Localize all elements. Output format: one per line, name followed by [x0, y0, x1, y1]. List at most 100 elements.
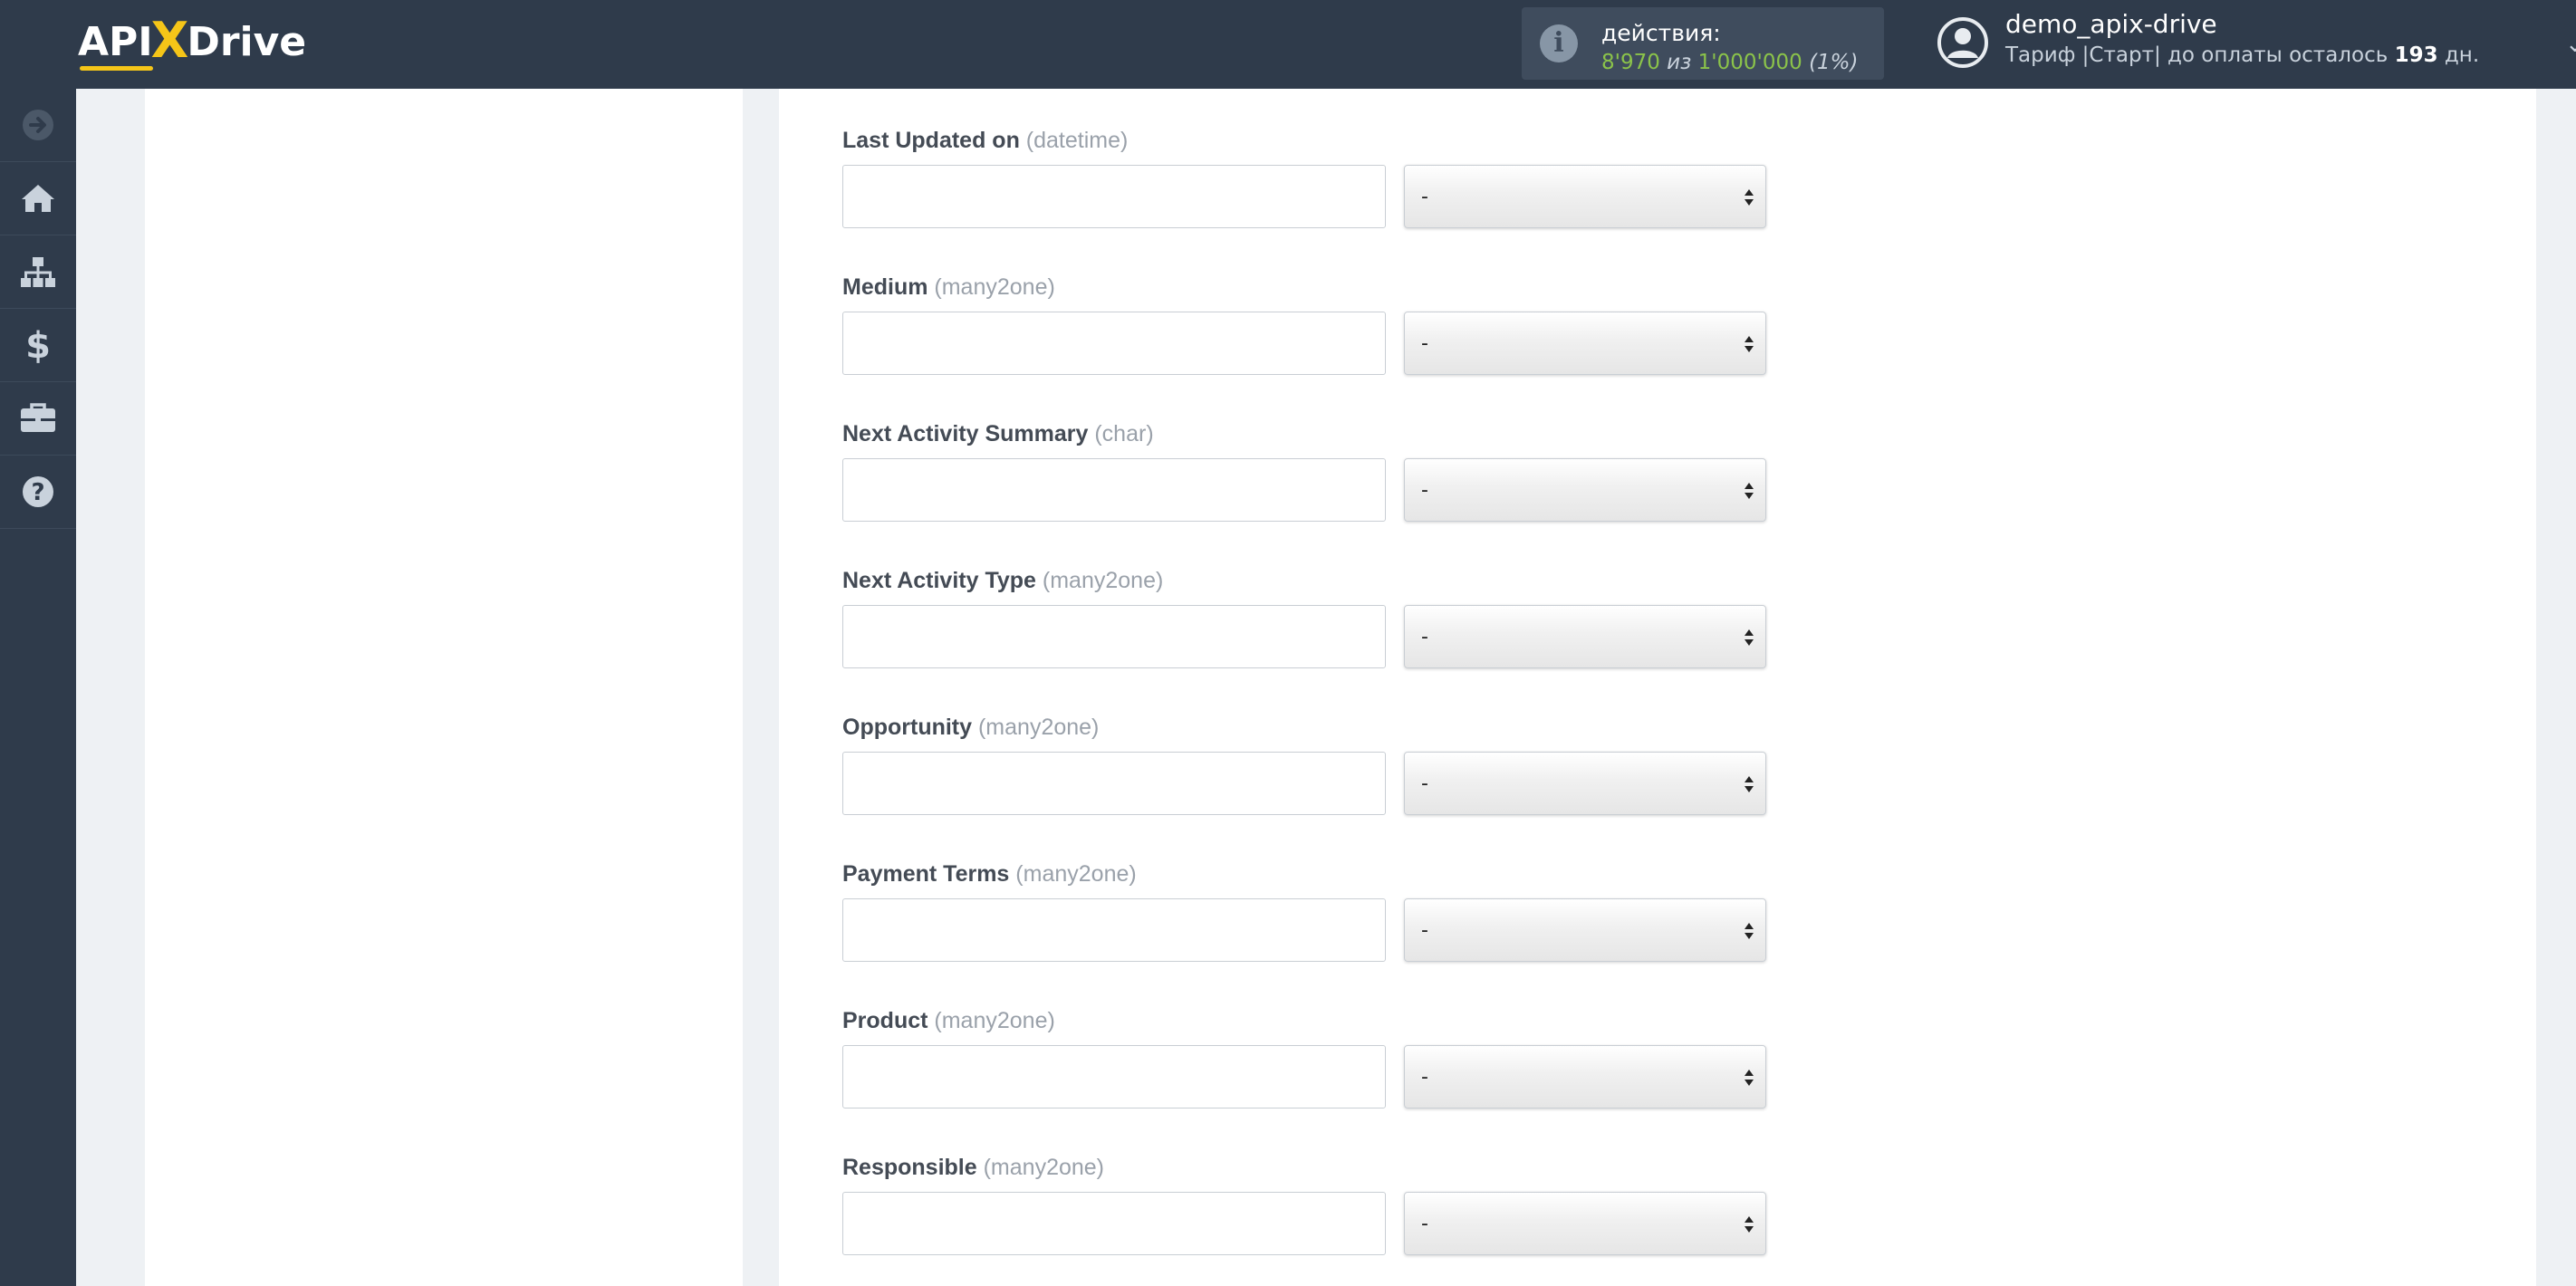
field-opportunity: Opportunity (many2one) -: [842, 712, 1766, 815]
field-label: Opportunity (many2one): [842, 712, 1099, 743]
field-value-input[interactable]: [842, 312, 1386, 375]
field-next-activity-type: Next Activity Type (many2one) -: [842, 565, 1766, 668]
user-plan: Тариф |Старт| до оплаты осталось 193 дн.: [2005, 43, 2479, 67]
field-label-type: (datetime): [1025, 128, 1129, 153]
home-icon: [22, 185, 54, 212]
field-value-input[interactable]: [842, 1192, 1386, 1255]
svg-text:?: ?: [31, 479, 44, 506]
field-medium: Medium (many2one) -: [842, 272, 1766, 375]
field-label: Last Updated on (datetime): [842, 125, 1128, 156]
field-label: Responsible (many2one): [842, 1152, 1104, 1183]
field-label-type: (many2one): [1015, 861, 1137, 887]
select-value: -: [1421, 773, 1428, 795]
top-header: API X Drive i действия: 8'970 из 1'000'000…: [0, 0, 2576, 89]
field-label-name: Medium: [842, 274, 928, 300]
logo-part-api: API: [78, 18, 153, 71]
actions-total: 1'000'000: [1697, 51, 1802, 74]
select-value: -: [1421, 919, 1428, 942]
sidebar: $ ?: [0, 89, 76, 1286]
info-icon: i: [1540, 24, 1578, 62]
field-mapping-panel: Last Updated on (datetime) - Medium (man…: [779, 89, 2536, 1286]
field-source-select[interactable]: -: [1404, 1192, 1766, 1255]
logo-part-drive: Drive: [187, 18, 307, 65]
field-label-type: (many2one): [1042, 568, 1164, 593]
select-arrows-icon: [1745, 336, 1754, 352]
field-source-select[interactable]: -: [1404, 605, 1766, 668]
sidebar-item-toggle[interactable]: [0, 89, 76, 162]
field-value-input[interactable]: [842, 752, 1386, 815]
select-value: -: [1421, 1066, 1428, 1089]
field-value-input[interactable]: [842, 458, 1386, 522]
field-source-select[interactable]: -: [1404, 1045, 1766, 1108]
user-avatar-icon[interactable]: [1937, 16, 1989, 69]
field-source-select[interactable]: -: [1404, 752, 1766, 815]
select-arrows-icon: [1745, 1070, 1754, 1086]
field-product: Product (many2one) -: [842, 1005, 1766, 1108]
field-label-type: (many2one): [983, 1155, 1105, 1180]
sidebar-item-help[interactable]: ?: [0, 456, 76, 529]
select-value: -: [1421, 1213, 1428, 1235]
actions-used: 8'970: [1601, 51, 1660, 74]
select-arrows-icon: [1745, 483, 1754, 499]
sidebar-item-billing[interactable]: $: [0, 309, 76, 382]
field-source-select[interactable]: -: [1404, 165, 1766, 228]
actions-count: 8'970 из 1'000'000 (1%): [1601, 51, 1859, 74]
svg-text:$: $: [25, 325, 51, 365]
field-label-type: (many2one): [934, 274, 1055, 300]
field-value-input[interactable]: [842, 605, 1386, 668]
actions-counter: i действия: 8'970 из 1'000'000 (1%): [1522, 7, 1884, 80]
field-last-updated-on: Last Updated on (datetime) -: [842, 125, 1766, 228]
select-value: -: [1421, 626, 1428, 648]
select-arrows-icon: [1745, 629, 1754, 646]
field-label-type: (char): [1094, 421, 1154, 446]
actions-percent: (1%): [1809, 51, 1859, 74]
field-label-name: Last Updated on: [842, 128, 1020, 153]
chevron-down-icon[interactable]: ⌄: [2565, 31, 2576, 58]
select-value: -: [1421, 332, 1428, 355]
logo-part-x: X: [150, 11, 189, 69]
field-label: Payment Terms (many2one): [842, 859, 1137, 889]
sidebar-item-home[interactable]: [0, 162, 76, 235]
field-label-type: (many2one): [934, 1008, 1055, 1033]
field-label-type: (many2one): [977, 715, 1100, 740]
plan-days-suffix: дн.: [2444, 43, 2480, 67]
field-label-name: Payment Terms: [842, 861, 1010, 887]
actions-label: действия:: [1601, 20, 1721, 46]
select-arrows-icon: [1745, 189, 1754, 206]
arrow-right-circle-icon: [23, 110, 53, 140]
sidebar-item-services[interactable]: [0, 382, 76, 456]
field-source-select[interactable]: -: [1404, 458, 1766, 522]
field-label-name: Opportunity: [842, 715, 973, 740]
left-panel: [145, 89, 743, 1286]
plan-prefix: Тариф |Старт| до оплаты осталось: [2005, 43, 2389, 67]
field-label: Next Activity Type (many2one): [842, 565, 1163, 596]
field-responsible: Responsible (many2one) -: [842, 1152, 1766, 1255]
field-label-name: Next Activity Type: [842, 568, 1036, 593]
field-label: Next Activity Summary (char): [842, 418, 1154, 449]
field-label-name: Next Activity Summary: [842, 421, 1089, 446]
field-source-select[interactable]: -: [1404, 898, 1766, 962]
field-value-input[interactable]: [842, 165, 1386, 228]
field-label: Product (many2one): [842, 1005, 1055, 1036]
field-source-select[interactable]: -: [1404, 312, 1766, 375]
briefcase-icon: [21, 403, 55, 432]
select-arrows-icon: [1745, 1216, 1754, 1233]
field-next-activity-summary: Next Activity Summary (char) -: [842, 418, 1766, 522]
help-icon: ?: [23, 476, 53, 507]
actions-separator: из: [1667, 51, 1692, 74]
apix-drive-logo[interactable]: API X Drive: [78, 11, 307, 71]
field-payment-terms: Payment Terms (many2one) -: [842, 859, 1766, 962]
field-value-input[interactable]: [842, 1045, 1386, 1108]
field-value-input[interactable]: [842, 898, 1386, 962]
select-arrows-icon: [1745, 776, 1754, 792]
field-label-name: Responsible: [842, 1155, 977, 1180]
user-name[interactable]: demo_apix-drive: [2005, 9, 2217, 39]
plan-days: 193: [2394, 43, 2438, 67]
select-arrows-icon: [1745, 923, 1754, 939]
field-label-name: Product: [842, 1008, 928, 1033]
sitemap-icon: [21, 257, 55, 287]
dollar-icon: $: [25, 325, 51, 365]
sidebar-item-connections[interactable]: [0, 235, 76, 309]
select-value: -: [1421, 186, 1428, 208]
select-value: -: [1421, 479, 1428, 502]
